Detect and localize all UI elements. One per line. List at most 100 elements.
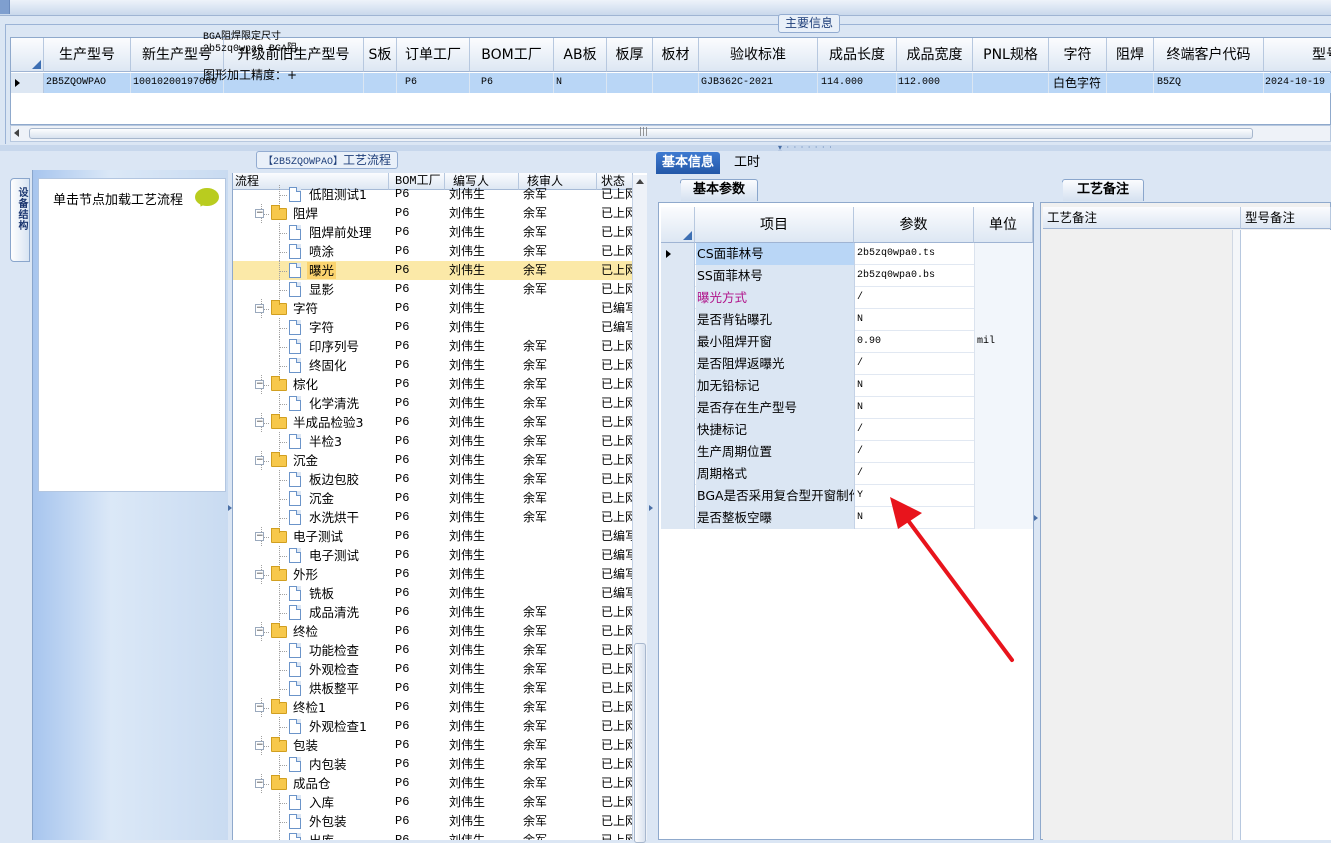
col-header[interactable]: 字符 [1049, 38, 1107, 72]
param-value-field[interactable]: / [855, 287, 975, 309]
param-row[interactable]: 是否背钻曝孔 N [661, 309, 1033, 331]
tree-row[interactable]: 内包装 P6 刘伟生 余军 已上网 [233, 755, 633, 774]
col-header-process-notes[interactable]: 工艺备注 [1043, 207, 1241, 229]
param-value-field[interactable]: / [855, 353, 975, 375]
param-value-field[interactable]: N [855, 397, 975, 419]
tree-row[interactable]: 外观检查 P6 刘伟生 余军 已上网 [233, 660, 633, 679]
param-row[interactable]: 加无铅标记 N [661, 375, 1033, 397]
param-row[interactable]: 是否阻焊返曝光 / [661, 353, 1033, 375]
row-selector[interactable] [661, 309, 695, 331]
collapse-toggle-icon[interactable]: − [255, 209, 264, 218]
col-header[interactable]: 阻焊 [1107, 38, 1154, 72]
collapse-toggle-icon[interactable]: − [255, 418, 264, 427]
col-header[interactable]: 终端客户代码 [1154, 38, 1264, 72]
tree-row[interactable]: 电子测试 P6 刘伟生 已编写 [233, 546, 633, 565]
param-row[interactable]: 曝光方式 / [661, 287, 1033, 309]
tab-process-notes[interactable]: 工艺备注 [1044, 179, 1145, 202]
tree-row[interactable]: 曝光 P6 刘伟生 余军 已上网 [233, 261, 633, 280]
row-selector[interactable] [661, 507, 695, 529]
subtab-basic-params[interactable]: 基本参数 [664, 179, 759, 202]
tree-row[interactable]: 入库 P6 刘伟生 余军 已上网 [233, 793, 633, 812]
scroll-up-icon[interactable] [636, 179, 644, 184]
tree-row[interactable]: − 棕化 P6 刘伟生 余军 已上网 [233, 375, 633, 394]
tree-row[interactable]: − 包装 P6 刘伟生 余军 已上网 [233, 736, 633, 755]
tree-row[interactable]: − 半成品检验3 P6 刘伟生 余军 已上网 [233, 413, 633, 432]
grid-corner[interactable] [661, 207, 695, 243]
col-header[interactable]: S板 [364, 38, 397, 72]
tree-row[interactable]: 水洗烘干 P6 刘伟生 余军 已上网 [233, 508, 633, 527]
collapse-toggle-icon[interactable]: − [255, 532, 264, 541]
load-flow-box[interactable]: 单击节点加载工艺流程 [38, 178, 226, 492]
col-header[interactable]: 验收标准 [699, 38, 818, 72]
tree-row[interactable]: − 阻焊 P6 刘伟生 余军 已上网 [233, 204, 633, 223]
horizontal-scrollbar[interactable]: ||| [10, 125, 1331, 142]
row-selector[interactable] [661, 441, 695, 463]
col-header-param[interactable]: 参数 [854, 207, 974, 243]
collapse-toggle-icon[interactable]: − [255, 380, 264, 389]
side-tab-device-structure[interactable]: 设备结构 [10, 178, 30, 262]
tree-row[interactable]: 烘板整平 P6 刘伟生 余军 已上网 [233, 679, 633, 698]
tree-row[interactable]: 字符 P6 刘伟生 已编写 [233, 318, 633, 337]
col-header-item[interactable]: 项目 [695, 207, 854, 243]
param-value-field[interactable]: 2b5zq0wpa0.bs [855, 265, 975, 287]
col-header[interactable]: 型号 [1264, 38, 1331, 72]
row-selector[interactable] [661, 485, 695, 507]
tree-row[interactable]: 喷涂 P6 刘伟生 余军 已上网 [233, 242, 633, 261]
tree-row[interactable]: 阻焊前处理 P6 刘伟生 余军 已上网 [233, 223, 633, 242]
row-selector[interactable] [661, 419, 695, 441]
row-selector[interactable] [661, 375, 695, 397]
tree-row[interactable]: 低阻测试1 P6 刘伟生 余军 已上网 [233, 185, 633, 204]
param-value-field[interactable]: N [855, 375, 975, 397]
param-row[interactable]: 周期格式 / [661, 463, 1033, 485]
collapse-toggle-icon[interactable]: − [255, 627, 264, 636]
param-value-field[interactable]: N [855, 309, 975, 331]
param-row[interactable]: 快捷标记 / [661, 419, 1033, 441]
param-value-field[interactable]: / [855, 441, 975, 463]
collapse-toggle-icon[interactable]: − [255, 304, 264, 313]
tree-row[interactable]: 铣板 P6 刘伟生 已编写 [233, 584, 633, 603]
row-selector[interactable] [11, 73, 44, 93]
row-selector[interactable] [661, 331, 695, 353]
col-header[interactable]: AB板 [554, 38, 607, 72]
param-row[interactable]: 生产周期位置 / [661, 441, 1033, 463]
col-header-unit[interactable]: 单位 [974, 207, 1033, 243]
row-selector[interactable] [661, 463, 695, 485]
collapse-toggle-icon[interactable]: − [255, 456, 264, 465]
param-value-field[interactable]: 2b5zq0wpa0.ts [855, 243, 975, 265]
col-header[interactable]: 板厚 [607, 38, 653, 72]
col-header[interactable]: 生产型号 [44, 38, 131, 72]
tree-row[interactable]: 板边包胶 P6 刘伟生 余军 已上网 [233, 470, 633, 489]
tab-work-hours[interactable]: 工时 [728, 152, 766, 174]
row-selector[interactable] [661, 243, 695, 265]
tree-row[interactable]: − 外形 P6 刘伟生 已编写 [233, 565, 633, 584]
grid-corner[interactable] [11, 38, 44, 72]
tree-row[interactable]: 化学清洗 P6 刘伟生 余军 已上网 [233, 394, 633, 413]
tree-row[interactable]: 外包装 P6 刘伟生 余军 已上网 [233, 812, 633, 831]
col-header[interactable]: BOM工厂 [470, 38, 554, 72]
param-value-field[interactable]: / [855, 419, 975, 441]
tree-row[interactable]: − 电子测试 P6 刘伟生 已编写 [233, 527, 633, 546]
process-notes-field[interactable] [1043, 230, 1241, 840]
col-header-model-notes[interactable]: 型号备注 [1241, 207, 1331, 229]
col-header[interactable]: 成品宽度 [897, 38, 973, 72]
model-notes-field[interactable] [1241, 230, 1331, 840]
tree-vertical-scrollbar[interactable] [632, 175, 647, 843]
param-value-field[interactable]: / [855, 463, 975, 485]
param-row[interactable]: SS面菲林号 2b5zq0wpa0.bs [661, 265, 1033, 287]
collapse-toggle-icon[interactable]: − [255, 779, 264, 788]
param-row[interactable]: 是否存在生产型号 N [661, 397, 1033, 419]
row-selector[interactable] [661, 353, 695, 375]
row-selector[interactable] [661, 265, 695, 287]
scrollbar-thumb[interactable] [634, 643, 646, 843]
tree-row[interactable]: 成品清洗 P6 刘伟生 余军 已上网 [233, 603, 633, 622]
param-row[interactable]: CS面菲林号 2b5zq0wpa0.ts [661, 243, 1033, 265]
row-selector[interactable] [661, 287, 695, 309]
tree-row[interactable]: 沉金 P6 刘伟生 余军 已上网 [233, 489, 633, 508]
param-row[interactable]: 最小阻焊开窗 0.90 mil [661, 331, 1033, 353]
col-header[interactable]: 成品长度 [818, 38, 897, 72]
collapse-toggle-icon[interactable]: − [255, 703, 264, 712]
toolbar-button[interactable] [0, 0, 10, 14]
param-value-field[interactable]: 0.90 [855, 331, 975, 353]
col-header[interactable]: 板材 [653, 38, 699, 72]
tree-row[interactable]: 外观检查1 P6 刘伟生 余军 已上网 [233, 717, 633, 736]
